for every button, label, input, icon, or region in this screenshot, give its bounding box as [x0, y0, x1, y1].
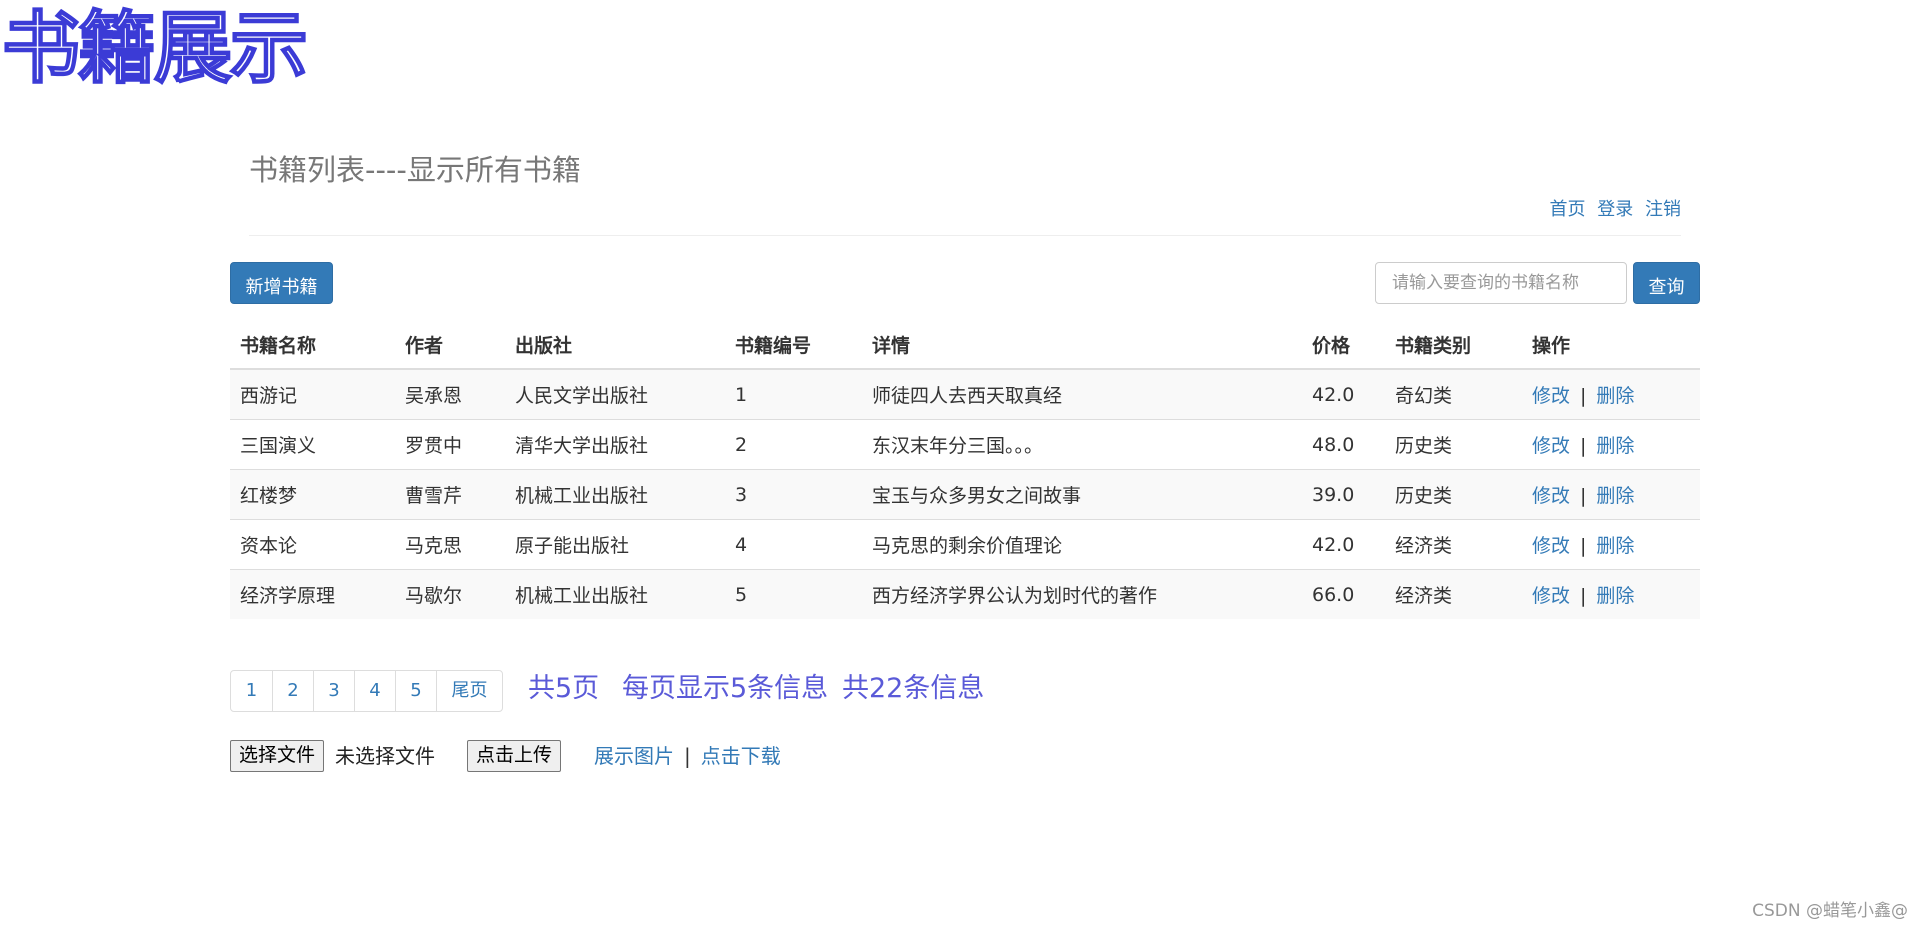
home-link[interactable]: 首页 — [1550, 199, 1586, 220]
cell-name: 三国演义 — [230, 419, 395, 470]
cell-category: 历史类 — [1385, 469, 1522, 520]
books-table: 书籍名称 作者 出版社 书籍编号 详情 价格 书籍类别 操作 西游记 吴承恩 人… — [230, 320, 1700, 619]
delete-link[interactable]: 删除 — [1596, 585, 1634, 607]
page-link-4[interactable]: 4 — [354, 671, 395, 711]
choose-file-button[interactable]: 选择文件 — [230, 740, 325, 772]
query-button[interactable]: 查询 — [1633, 262, 1700, 304]
table-row: 红楼梦 曹雪芹 机械工业出版社 3 宝玉与众多男女之间故事 39.0 历史类 修… — [230, 469, 1700, 520]
cell-publisher: 机械工业出版社 — [505, 569, 725, 619]
cell-actions: 修改 | 删除 — [1522, 569, 1700, 619]
edit-link[interactable]: 修改 — [1532, 585, 1570, 607]
col-header-price: 价格 — [1302, 320, 1385, 370]
edit-link[interactable]: 修改 — [1532, 435, 1570, 457]
col-header-actions: 操作 — [1522, 320, 1700, 370]
page-link-1[interactable]: 1 — [231, 671, 272, 711]
cell-name: 红楼梦 — [230, 469, 395, 520]
cell-id: 2 — [725, 419, 862, 470]
edit-link[interactable]: 修改 — [1532, 535, 1570, 557]
action-separator: | — [1580, 535, 1587, 557]
col-header-author: 作者 — [395, 320, 505, 370]
cell-price: 42.0 — [1302, 519, 1385, 570]
total-pages-text: 共5页 — [528, 673, 600, 704]
edit-link[interactable]: 修改 — [1532, 385, 1570, 407]
page-link-5[interactable]: 5 — [395, 671, 436, 711]
page-link-2[interactable]: 2 — [272, 671, 313, 711]
cell-category: 经济类 — [1385, 569, 1522, 619]
cell-id: 3 — [725, 469, 862, 520]
action-separator: | — [1580, 585, 1587, 607]
cell-category: 经济类 — [1385, 519, 1522, 570]
delete-link[interactable]: 删除 — [1596, 435, 1634, 457]
page-link-3[interactable]: 3 — [313, 671, 354, 711]
cell-author: 曹雪芹 — [395, 469, 505, 520]
upload-button[interactable]: 点击上传 — [467, 740, 562, 772]
cell-publisher: 人民文学出版社 — [505, 368, 725, 420]
file-status-text: 未选择文件 — [335, 744, 435, 768]
cell-price: 66.0 — [1302, 569, 1385, 619]
site-logo: 书籍展示 — [1, 3, 309, 95]
cell-publisher: 机械工业出版社 — [505, 469, 725, 520]
cell-name: 资本论 — [230, 519, 395, 570]
delete-link[interactable]: 删除 — [1596, 485, 1634, 507]
cell-detail: 师徒四人去西天取真经 — [862, 368, 1302, 420]
page-header: 书籍列表----显示所有书籍 首页 登录 注销 — [249, 143, 1681, 236]
cell-publisher: 原子能出版社 — [505, 519, 725, 570]
add-book-button[interactable]: 新增书籍 — [230, 262, 333, 304]
download-link[interactable]: 点击下载 — [701, 744, 781, 768]
col-header-name: 书籍名称 — [230, 320, 395, 370]
cell-category: 奇幻类 — [1385, 368, 1522, 420]
page-title: 书籍列表----显示所有书籍 — [249, 153, 581, 187]
upload-links: 展示图片 | 点击下载 — [594, 740, 781, 772]
cell-price: 39.0 — [1302, 469, 1385, 520]
pagination: 1 2 3 4 5 尾页 — [230, 670, 503, 712]
table-row: 西游记 吴承恩 人民文学出版社 1 师徒四人去西天取真经 42.0 奇幻类 修改… — [230, 368, 1700, 420]
cell-actions: 修改 | 删除 — [1522, 519, 1700, 570]
watermark: CSDN @蜡笔小鑫@ — [1752, 901, 1908, 921]
cell-name: 经济学原理 — [230, 569, 395, 619]
cell-id: 4 — [725, 519, 862, 570]
table-row: 资本论 马克思 原子能出版社 4 马克思的剩余价值理论 42.0 经济类 修改 |… — [230, 519, 1700, 570]
action-separator: | — [1580, 485, 1587, 507]
show-images-link[interactable]: 展示图片 — [594, 744, 674, 768]
cell-author: 马歇尔 — [395, 569, 505, 619]
top-nav: 首页 登录 注销 — [1544, 198, 1681, 222]
total-items-text: 共22条信息 — [842, 673, 985, 704]
cell-name: 西游记 — [230, 368, 395, 420]
col-header-category: 书籍类别 — [1385, 320, 1522, 370]
cell-price: 42.0 — [1302, 368, 1385, 420]
cell-author: 吴承恩 — [395, 368, 505, 420]
action-separator: | — [1580, 385, 1587, 407]
login-link[interactable]: 登录 — [1597, 199, 1633, 220]
table-row: 经济学原理 马歇尔 机械工业出版社 5 西方经济学界公认为划时代的著作 66.0… — [230, 569, 1700, 619]
per-page-text: 每页显示5条信息 — [622, 673, 829, 704]
last-page-link[interactable]: 尾页 — [436, 671, 502, 711]
logout-link[interactable]: 注销 — [1645, 199, 1681, 220]
cell-author: 马克思 — [395, 519, 505, 570]
cell-detail: 西方经济学界公认为划时代的著作 — [862, 569, 1302, 619]
link-separator: | — [684, 744, 691, 768]
cell-id: 5 — [725, 569, 862, 619]
cell-detail: 马克思的剩余价值理论 — [862, 519, 1302, 570]
col-header-publisher: 出版社 — [505, 320, 725, 370]
edit-link[interactable]: 修改 — [1532, 485, 1570, 507]
search-input[interactable] — [1375, 262, 1627, 304]
cell-category: 历史类 — [1385, 419, 1522, 470]
cell-id: 1 — [725, 368, 862, 420]
cell-price: 48.0 — [1302, 419, 1385, 470]
cell-actions: 修改 | 删除 — [1522, 419, 1700, 470]
cell-detail: 宝玉与众多男女之间故事 — [862, 469, 1302, 520]
col-header-detail: 详情 — [862, 320, 1302, 370]
table-header-row: 书籍名称 作者 出版社 书籍编号 详情 价格 书籍类别 操作 — [230, 320, 1700, 370]
cell-publisher: 清华大学出版社 — [505, 419, 725, 470]
cell-actions: 修改 | 删除 — [1522, 368, 1700, 420]
cell-actions: 修改 | 删除 — [1522, 469, 1700, 520]
delete-link[interactable]: 删除 — [1596, 385, 1634, 407]
delete-link[interactable]: 删除 — [1596, 535, 1634, 557]
table-row: 三国演义 罗贯中 清华大学出版社 2 东汉末年分三国。。。 48.0 历史类 修… — [230, 419, 1700, 470]
cell-detail: 东汉末年分三国。。。 — [862, 419, 1302, 470]
col-header-id: 书籍编号 — [725, 320, 862, 370]
cell-author: 罗贯中 — [395, 419, 505, 470]
action-separator: | — [1580, 435, 1587, 457]
